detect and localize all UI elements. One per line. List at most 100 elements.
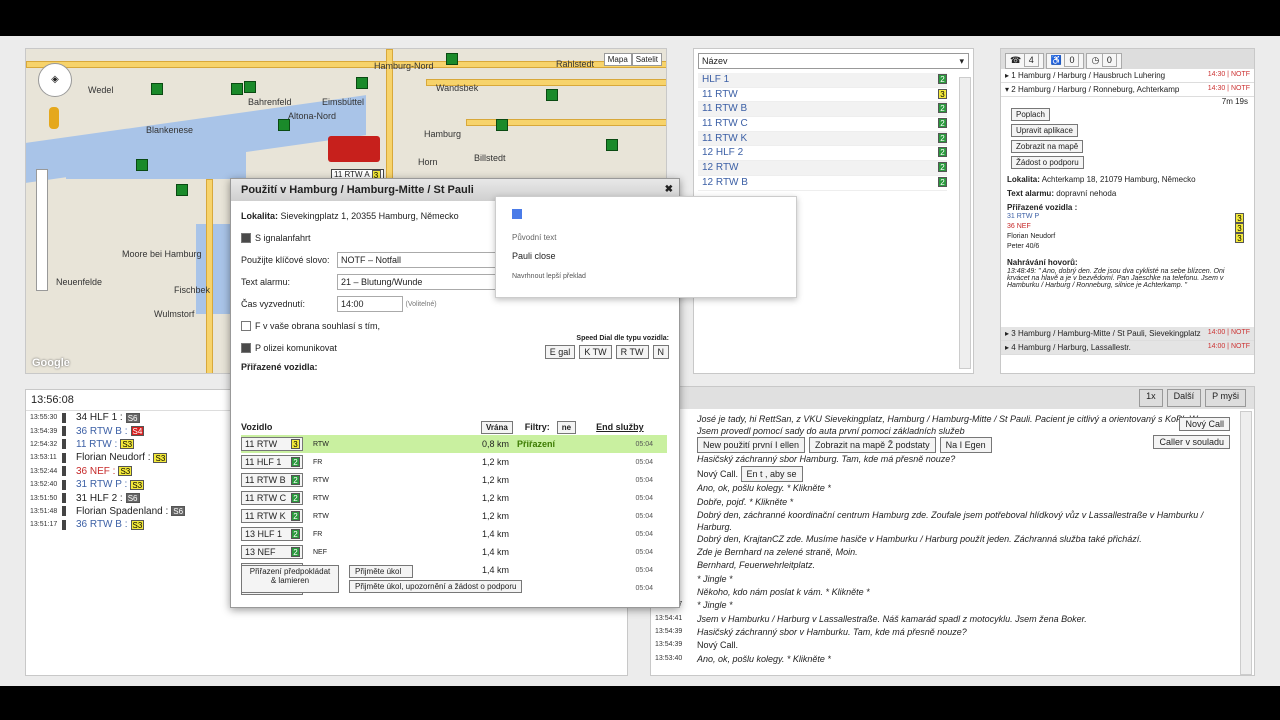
vehicle-button[interactable]: 11 HLF 12 (241, 455, 303, 469)
vehicle-list-item[interactable]: 12 RTW 2 (698, 161, 947, 176)
alarm-select[interactable]: 21 – Blutung/Wunde (337, 274, 500, 290)
station-pin[interactable] (231, 83, 243, 95)
map-type-map[interactable]: Mapa (603, 53, 632, 66)
pan-control[interactable]: ◈ (38, 63, 72, 97)
speed-dial-button[interactable]: R TW (615, 345, 649, 359)
show-on-map-button[interactable]: Zobrazit na mapě (1011, 140, 1084, 153)
incident-tabs: ☎ 4 ♿ 0 ◷ 0 (1001, 49, 1254, 69)
station-pin[interactable] (356, 77, 368, 89)
elapsed-time: 7m 19s (1221, 97, 1248, 106)
vehicle-list-item[interactable]: 12 RTW B2 (698, 176, 947, 191)
vehicle-list-item[interactable]: 11 RTW 3 (698, 88, 947, 103)
status-badge: 2 (938, 118, 947, 129)
vehicle-button[interactable]: 13 NEF 2 (241, 545, 303, 559)
status-badge: 3 (291, 439, 300, 449)
vehicle-list-item[interactable]: 11 RTW K2 (698, 131, 947, 147)
incident-item[interactable]: ▸ 4 Hamburg / Harburg, Lassallestr. 14:00… (1001, 341, 1254, 355)
vehicle-list-item[interactable]: 11 RTW B2 (698, 102, 947, 118)
station-pin[interactable] (278, 119, 290, 131)
status-badge: 3 (1235, 223, 1244, 233)
street-view-pegman[interactable] (49, 107, 59, 129)
time-select[interactable]: 14:00 (337, 296, 403, 312)
vehicle-table-row[interactable]: 11 HLF 1 2 FR 1,2 km 05:04 (241, 453, 667, 471)
police-checkbox[interactable] (241, 343, 251, 353)
vehicle-list-item[interactable]: HLF 12 (698, 73, 947, 88)
map-type-satellite[interactable]: Satelit (631, 53, 662, 66)
signal-checkbox[interactable] (241, 233, 251, 243)
fire-checkbox[interactable] (241, 321, 251, 331)
speed-button[interactable]: 1x (1139, 389, 1163, 407)
accept-request-button[interactable]: Přijměte úkol, upozornění a žádost o pod… (349, 580, 523, 593)
edit-button[interactable]: Upravit aplikace (1011, 124, 1078, 137)
status-badge: S6 (125, 412, 140, 423)
status-badge: 2 (291, 457, 300, 467)
tab-active[interactable]: ☎ 4 (1005, 53, 1044, 69)
status-badge: S3 (120, 439, 135, 450)
status-badge: S6 (125, 493, 140, 504)
status-badge: 2 (291, 511, 300, 521)
mouse-button[interactable]: P myši (1205, 389, 1246, 407)
station-pin[interactable] (446, 53, 458, 65)
station-pin[interactable] (546, 89, 558, 101)
filter-button[interactable]: ne (556, 420, 577, 434)
radio-icon (62, 506, 66, 517)
vehicle-button[interactable]: 13 HLF 12 (241, 527, 303, 541)
next-button[interactable]: Další (1166, 389, 1202, 407)
map-place-label: Altona-Nord (288, 111, 337, 121)
assign-button[interactable]: Přiřazení předpokládat & lamieren (241, 565, 339, 593)
map-place-label: Eimsbüttel (322, 97, 365, 107)
map-type-switch[interactable]: Mapa Satelit (603, 53, 662, 66)
map-place-label: Rahlstedt (556, 59, 595, 69)
incident-item[interactable]: ▸ 1 Hamburg / Harburg / Hausbruch Luheri… (1001, 69, 1254, 83)
vehicle-table-row[interactable]: 11 RTW 3 RTW 0,8 km Přiřazení 05:04 (241, 435, 667, 453)
vehicle-table-row[interactable]: 11 RTW K 2 RTW 1,2 km 05:04 (241, 507, 667, 525)
station-pin[interactable] (176, 184, 188, 196)
chat-message: Někoho, kdo nám poslat k vám. * Klikněte… (697, 587, 870, 598)
station-pin[interactable] (496, 119, 508, 131)
vehicle-table-row[interactable]: 11 RTW C 2 RTW 1,2 km 05:04 (241, 489, 667, 507)
station-pin[interactable] (136, 159, 148, 171)
map-place-label: Wedel (88, 85, 114, 95)
station-pin[interactable] (606, 139, 618, 151)
alarm-button[interactable]: Poplach (1011, 108, 1050, 121)
chat-action-button[interactable]: Na I Egen (939, 437, 992, 453)
chat-message: 13:53:40 Ano, ok, pošlu kolegy. * Kliknět… (655, 653, 831, 664)
suggest-link[interactable]: Navrhnout lepší překlad (512, 273, 586, 280)
incident-item[interactable]: ▸ 3 Hamburg / Hamburg-Mitte / St Pauli, … (1001, 327, 1254, 341)
incident-item-open[interactable]: ▾ 2 Hamburg / Harburg / Ronneburg, Achte… (1001, 83, 1254, 97)
speed-dial-button[interactable]: N (652, 345, 669, 359)
tab-timer[interactable]: ◷ 0 (1086, 53, 1122, 69)
vehicle-list-item[interactable]: 12 HLF 22 (698, 146, 947, 162)
chat-message: Dobrý den, KrajtanCZ zde. Musíme hasiče … (697, 533, 1142, 544)
scrollbar[interactable] (959, 77, 971, 369)
accept-button[interactable]: Přijměte úkol (349, 565, 413, 578)
caller-button[interactable]: Caller v souladu (1153, 435, 1230, 449)
status-badge: S6 (171, 506, 186, 517)
chat-action-button[interactable]: New použití první I ellen (697, 437, 806, 453)
vehicle-table-row[interactable]: 13 HLF 1 2 FR 1,4 km 05:04 (241, 525, 667, 543)
vehicle-table-row[interactable]: 13 NEF 2 NEF 1,4 km 05:04 (241, 543, 667, 561)
vehicle-table-row[interactable]: 11 RTW B 2 RTW 1,2 km 05:04 (241, 471, 667, 489)
vehicle-button[interactable]: 11 RTW B2 (241, 473, 303, 487)
vehicle-button[interactable]: 11 RTW K2 (241, 509, 303, 523)
scrollbar[interactable] (1240, 411, 1252, 675)
vehicle-button[interactable]: 11 RTW C2 (241, 491, 303, 505)
tab-wheelchair[interactable]: ♿ 0 (1045, 53, 1085, 69)
station-pin[interactable] (151, 83, 163, 95)
chat-action-button[interactable]: Zobrazit na mapě Ž podstaty (809, 437, 936, 453)
request-support-button[interactable]: Žádost o podporu (1011, 156, 1084, 169)
sort-distance-button[interactable]: Vrána (481, 420, 513, 434)
chat-action-button[interactable]: En t , aby se (740, 466, 803, 483)
sort-select[interactable]: Název (698, 53, 969, 69)
station-pin[interactable] (244, 81, 256, 93)
zoom-slider[interactable] (36, 169, 48, 291)
new-call-button[interactable]: Nový Call (1179, 417, 1230, 431)
incident-detail: Lokalita: Achterkamp 18, 21079 Hamburg, … (1001, 175, 1254, 289)
speed-dial-button[interactable]: E gal (544, 345, 576, 359)
keyword-select[interactable]: NOTF – Notfall (337, 252, 500, 268)
vehicle-button[interactable]: 11 RTW 3 (241, 437, 303, 451)
vehicle-truck-icon[interactable] (328, 136, 380, 162)
chat-toolbar: 1x Další P myši (651, 387, 1254, 409)
vehicle-list-item[interactable]: 11 RTW C2 (698, 117, 947, 132)
speed-dial-button[interactable]: K TW (579, 345, 612, 359)
